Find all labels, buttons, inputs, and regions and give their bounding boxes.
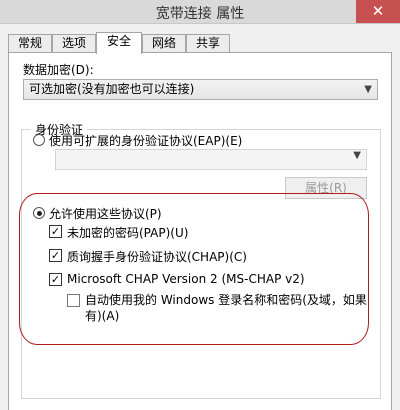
encryption-select-value: 可选加密(没有加密也可以连接) [29,82,195,96]
chap-label: 质询握手身份验证协议(CHAP)(C) [67,250,247,264]
allow-protocols-radio[interactable] [33,207,45,219]
close-button[interactable]: ✕ [356,0,400,23]
pap-label: 未加密的密码(PAP)(U) [67,226,189,240]
tab-options[interactable]: 选项 [52,34,96,53]
security-panel: 数据加密(D): 可选加密(没有加密也可以连接) ▼ 身份验证 使用可扩展的身份… [8,52,392,410]
tab-security[interactable]: 安全 [96,32,142,54]
window-title: 宽带连接 属性 [155,6,245,22]
chap-checkbox[interactable]: ✓ [49,249,62,262]
tab-sharing[interactable]: 共享 [186,34,230,53]
mschapv2-label: Microsoft CHAP Version 2 (MS-CHAP v2) [67,272,305,286]
auto-windows-login-checkbox[interactable] [67,294,80,307]
pap-checkbox[interactable]: ✓ [49,225,62,238]
allow-protocols-label: 允许使用这些协议(P) [49,207,162,221]
tab-general[interactable]: 常规 [8,34,52,53]
tab-network[interactable]: 网络 [142,34,186,53]
chevron-down-icon: ▼ [364,84,372,95]
chevron-down-icon: ▼ [353,150,361,161]
eap-method-select: ▼ [55,149,367,170]
eap-radio[interactable] [33,134,45,146]
title-bar: 宽带连接 属性 ✕ [0,0,400,24]
encryption-select[interactable]: 可选加密(没有加密也可以连接) ▼ [23,79,378,100]
close-icon: ✕ [371,2,385,20]
mschapv2-checkbox[interactable]: ✓ [49,273,62,286]
auto-windows-login-label: 自动使用我的 Windows 登录名称和密码(及域，如果有)(A) [85,293,367,323]
properties-button: 属性(R) [285,177,367,199]
encryption-label: 数据加密(D): [23,63,94,77]
eap-option-label: 使用可扩展的身份验证协议(EAP)(E) [49,134,243,148]
